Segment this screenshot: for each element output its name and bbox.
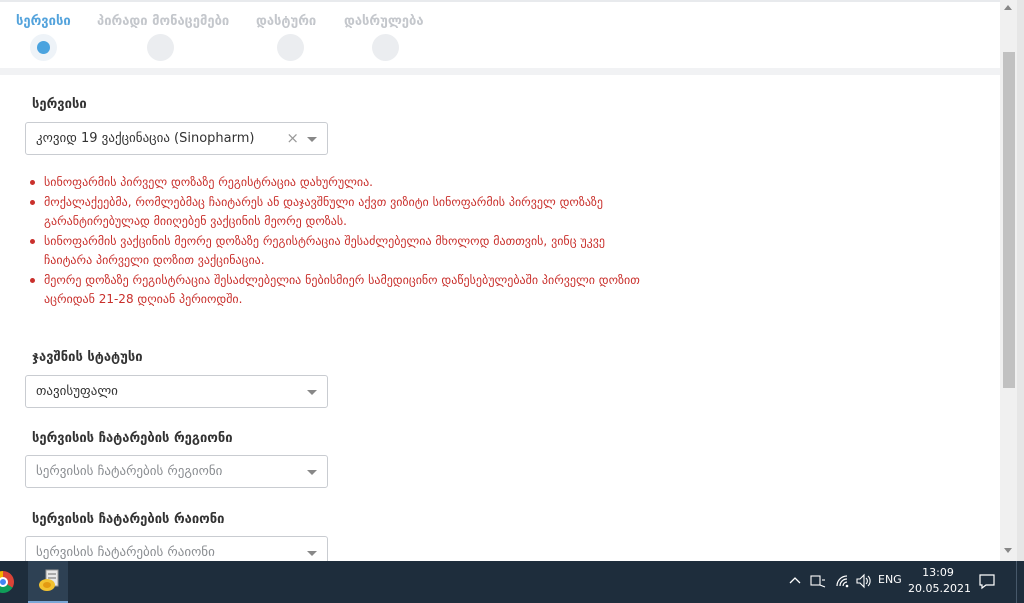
booking-status-label: ჯავშნის სტატუსი <box>32 350 143 365</box>
notice-item: მეორე დოზაზე რეგისტრაცია შესაძლებელია ნე… <box>28 271 648 310</box>
region-select-placeholder: სერვისის ჩატარების რეგიონი <box>36 464 223 479</box>
chevron-down-icon[interactable] <box>307 551 317 556</box>
chevron-up-icon[interactable] <box>788 574 802 588</box>
app-icon <box>39 569 59 591</box>
system-clock[interactable]: 13:09 20.05.2021 <box>908 565 971 597</box>
language-indicator[interactable]: ENG <box>878 573 902 603</box>
step-service-indicator[interactable] <box>30 34 57 61</box>
input-indicator-icon[interactable] <box>809 572 827 590</box>
scroll-up-icon[interactable] <box>1004 5 1012 10</box>
vertical-scrollbar[interactable] <box>1000 0 1017 561</box>
taskbar-pinned-app[interactable] <box>28 561 68 603</box>
notice-item: სინოფარმის ვაქცინის მეორე დოზაზე რეგისტრ… <box>28 232 648 271</box>
scroll-down-icon[interactable] <box>1004 548 1012 553</box>
step-service-label[interactable]: სერვისი <box>16 14 71 29</box>
progress-stepper: სერვისი პირადი მონაცემები დასტური დასრულ… <box>0 0 1000 70</box>
volume-icon[interactable] <box>855 572 873 590</box>
district-select-placeholder: სერვისის ჩატარების რაიონი <box>36 545 215 560</box>
notification-center-icon[interactable] <box>978 572 996 590</box>
taskbar-chrome-app[interactable] <box>0 561 20 603</box>
stepper-divider <box>0 68 1000 75</box>
taskbar: ENG 13:09 20.05.2021 <box>0 561 1024 603</box>
district-select[interactable]: სერვისის ჩატარების რაიონი <box>25 536 328 561</box>
show-desktop-button[interactable] <box>1016 561 1024 603</box>
service-label: სერვისი <box>32 97 87 112</box>
step-confirmation-indicator[interactable] <box>277 34 304 61</box>
booking-status-select[interactable]: თავისუფალი <box>25 375 328 408</box>
step-personal-data-indicator[interactable] <box>147 34 174 61</box>
chevron-down-icon[interactable] <box>307 470 317 475</box>
chevron-down-icon[interactable] <box>307 137 317 142</box>
service-select-value: კოვიდ 19 ვაქცინაცია (Sinopharm) <box>36 131 255 146</box>
notice-list: სინოფარმის პირველ დოზაზე რეგისტრაცია დახ… <box>28 173 648 310</box>
clear-icon[interactable]: × <box>286 129 299 147</box>
booking-status-select-value: თავისუფალი <box>36 384 118 399</box>
region-select[interactable]: სერვისის ჩატარების რეგიონი <box>25 455 328 488</box>
clock-time: 13:09 <box>922 566 954 579</box>
region-label: სერვისის ჩატარების რეგიონი <box>32 431 233 446</box>
notice-item: სინოფარმის პირველ დოზაზე რეგისტრაცია დახ… <box>28 173 648 193</box>
step-completion-indicator[interactable] <box>372 34 399 61</box>
notice-item: მოქალაქეებმა, რომლებმაც ჩაიტარეს ან დაჯა… <box>28 193 648 232</box>
step-completion-label[interactable]: დასრულება <box>344 14 424 29</box>
chrome-icon <box>0 571 14 593</box>
district-label: სერვისის ჩატარების რაიონი <box>32 512 225 527</box>
page-content: სერვისი პირადი მონაცემები დასტური დასრულ… <box>0 0 1000 561</box>
service-select[interactable]: კოვიდ 19 ვაქცინაცია (Sinopharm) × <box>25 122 328 155</box>
chevron-down-icon[interactable] <box>307 390 317 395</box>
step-personal-data-label[interactable]: პირადი მონაცემები <box>97 14 229 29</box>
clock-date: 20.05.2021 <box>908 582 971 595</box>
window-edge <box>1017 0 1024 561</box>
step-confirmation-label[interactable]: დასტური <box>256 14 316 29</box>
wifi-icon[interactable] <box>834 572 852 590</box>
scrollbar-thumb[interactable] <box>1003 52 1015 388</box>
